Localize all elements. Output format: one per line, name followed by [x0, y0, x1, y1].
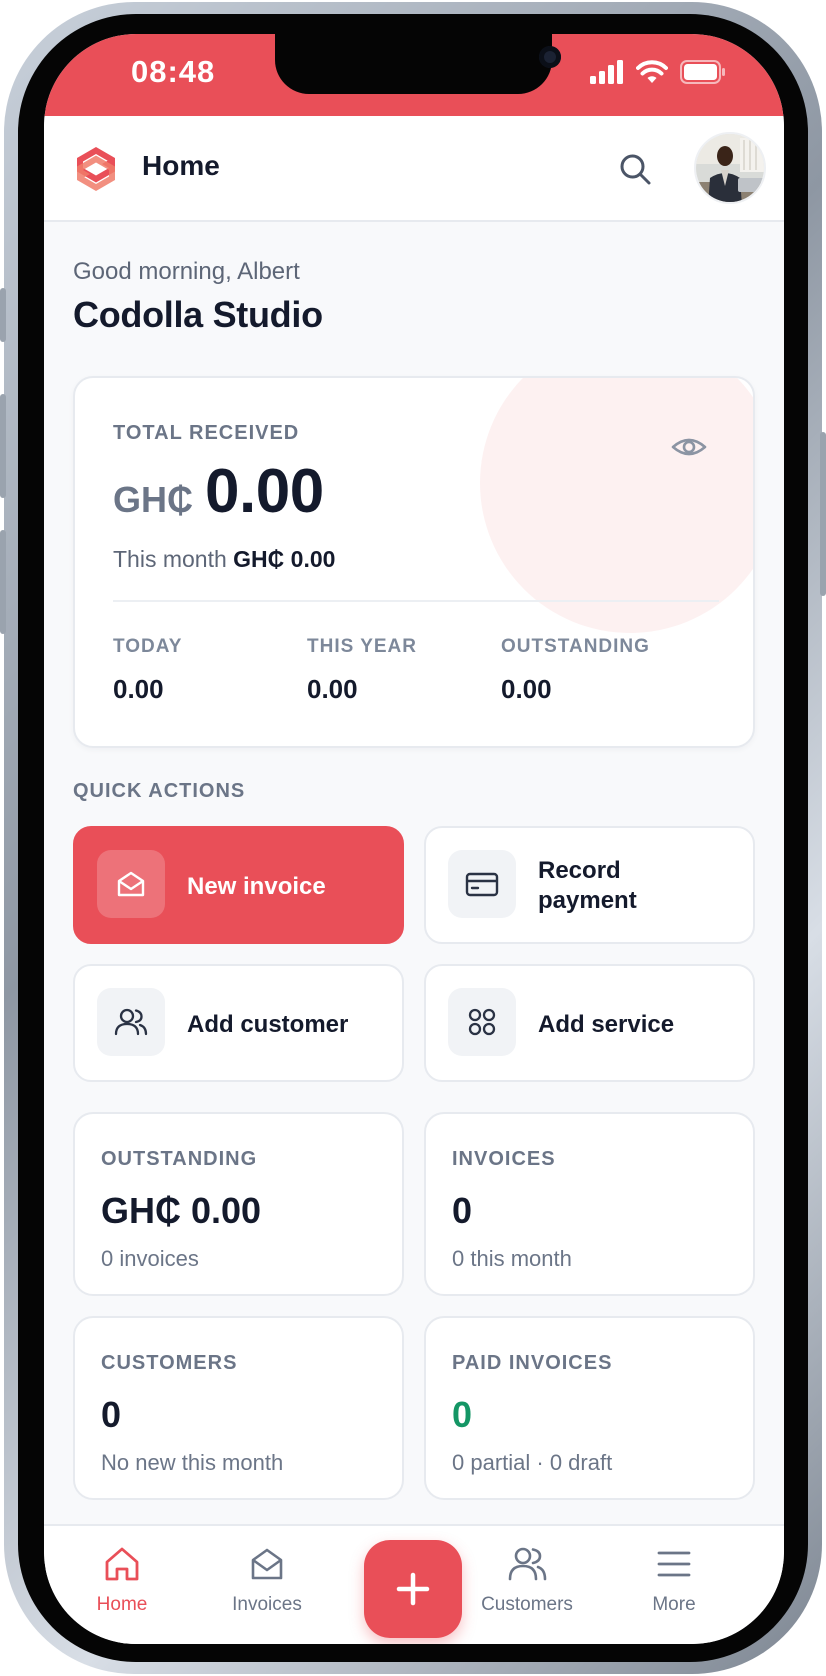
summary-outstanding-value: GH₵ 0.00 [101, 1190, 262, 1231]
outstanding-value: 0.00 [501, 674, 552, 704]
summary-customers-value: 0 [101, 1394, 122, 1435]
summary-paid-sub: 0 partial · 0 draft [452, 1450, 613, 1475]
new-invoice-label: New invoice [187, 873, 326, 900]
total-received-amount: GH₵ 0.00 [113, 456, 324, 527]
menu-icon [657, 1551, 691, 1577]
record-payment-label-line1: Record [538, 857, 621, 884]
nav-customers-label: Customers [481, 1594, 573, 1615]
nav-more-label: More [652, 1594, 696, 1615]
nav-invoices[interactable]: Invoices [207, 1544, 327, 1616]
paid-invoices-summary-card[interactable]: PAID INVOICES 0 0 partial · 0 draft [424, 1316, 755, 1500]
battery-icon [680, 60, 725, 84]
this-month-value: GH₵ 0.00 [233, 546, 336, 572]
page-title: Home [142, 150, 220, 181]
grid-icon [468, 1008, 496, 1036]
outstanding-summary-card[interactable]: OUTSTANDING GH₵ 0.00 0 invoices [73, 1112, 404, 1296]
this-year-stat: THIS YEAR 0.00 [307, 636, 417, 705]
record-payment-label-line2: payment [538, 887, 637, 914]
summary-outstanding-sub: 0 invoices [101, 1246, 199, 1271]
outstanding-stat: OUTSTANDING 0.00 [501, 636, 650, 705]
greeting-text: Good morning, Albert [73, 258, 300, 285]
status-bar: 08:48 [44, 34, 784, 116]
quick-actions-title: QUICK ACTIONS [73, 780, 246, 802]
customers-summary-card[interactable]: CUSTOMERS 0 No new this month [73, 1316, 404, 1500]
record-payment-button[interactable]: Record payment [424, 826, 755, 944]
card-divider [113, 600, 719, 602]
summary-invoices-value: 0 [452, 1190, 473, 1231]
record-payment-icon-box [448, 850, 516, 918]
total-received-label: TOTAL RECEIVED [113, 422, 300, 444]
this-month-label: This month [113, 546, 227, 572]
nav-invoices-label: Invoices [232, 1594, 302, 1615]
add-customer-button[interactable]: Add customer [73, 964, 404, 1082]
volume-down-button [0, 530, 6, 634]
silent-switch [0, 288, 6, 342]
avatar[interactable] [694, 132, 766, 204]
summary-paid-label: PAID INVOICES [452, 1352, 613, 1374]
this-month-summary: This month GH₵ 0.00 [113, 546, 335, 573]
users-icon [114, 1008, 148, 1036]
add-service-button[interactable]: Add service [424, 964, 755, 1082]
this-year-label: THIS YEAR [307, 636, 418, 657]
summary-customers-label: CUSTOMERS [101, 1352, 238, 1374]
today-value: 0.00 [113, 674, 164, 704]
summary-invoices-label: INVOICES [452, 1148, 556, 1170]
decorative-circle [480, 378, 753, 633]
invoices-summary-card[interactable]: INVOICES 0 0 this month [424, 1112, 755, 1296]
new-invoice-button[interactable]: New invoice [73, 826, 404, 944]
credit-card-icon [465, 872, 499, 897]
home-icon [105, 1547, 139, 1581]
add-customer-label: Add customer [187, 1011, 349, 1038]
total-received-value: 0.00 [205, 457, 324, 526]
new-invoice-icon-box [97, 850, 165, 918]
search-icon[interactable] [618, 152, 652, 186]
envelope-open-icon [251, 1548, 283, 1580]
record-payment-label: Record payment [538, 856, 637, 916]
app-screen: 08:48 Home Good morning, Albert Codolla … [44, 34, 784, 1644]
currency-symbol: GH₵ [113, 479, 193, 520]
users-icon [508, 1547, 547, 1581]
camera-notch [275, 34, 561, 94]
status-time: 08:48 [131, 54, 216, 89]
summary-outstanding-label: OUTSTANDING [101, 1148, 258, 1170]
this-year-value: 0.00 [307, 674, 358, 704]
add-service-label: Add service [538, 1011, 675, 1038]
avatar-photo [696, 134, 764, 202]
summary-invoices-sub: 0 this month [452, 1246, 572, 1271]
summary-customers-sub: No new this month [101, 1450, 284, 1475]
front-camera [539, 46, 561, 68]
summary-paid-value: 0 [452, 1394, 473, 1435]
today-label: TODAY [113, 636, 183, 657]
business-name: Codolla Studio [73, 294, 323, 335]
app-header: Home [44, 116, 784, 222]
status-icons [590, 60, 726, 84]
app-logo-icon[interactable] [72, 144, 120, 194]
today-stat: TODAY 0.00 [113, 636, 182, 705]
envelope-open-icon [117, 871, 145, 897]
power-button [820, 432, 826, 596]
create-fab-button[interactable] [364, 1540, 462, 1638]
total-received-card: TOTAL RECEIVED GH₵ 0.00 This month GH₵ 0… [73, 376, 755, 748]
wifi-icon [636, 60, 668, 83]
nav-more[interactable]: More [614, 1544, 734, 1616]
nav-home-label: Home [96, 1594, 148, 1615]
plus-icon [396, 1572, 430, 1606]
nav-customers[interactable]: Customers [467, 1544, 587, 1616]
volume-up-button [0, 394, 6, 498]
add-customer-icon-box [97, 988, 165, 1056]
add-service-icon-box [448, 988, 516, 1056]
eye-icon[interactable] [670, 428, 708, 466]
cellular-signal-icon [590, 60, 623, 84]
nav-home[interactable]: Home [62, 1544, 182, 1616]
outstanding-label: OUTSTANDING [501, 636, 650, 657]
